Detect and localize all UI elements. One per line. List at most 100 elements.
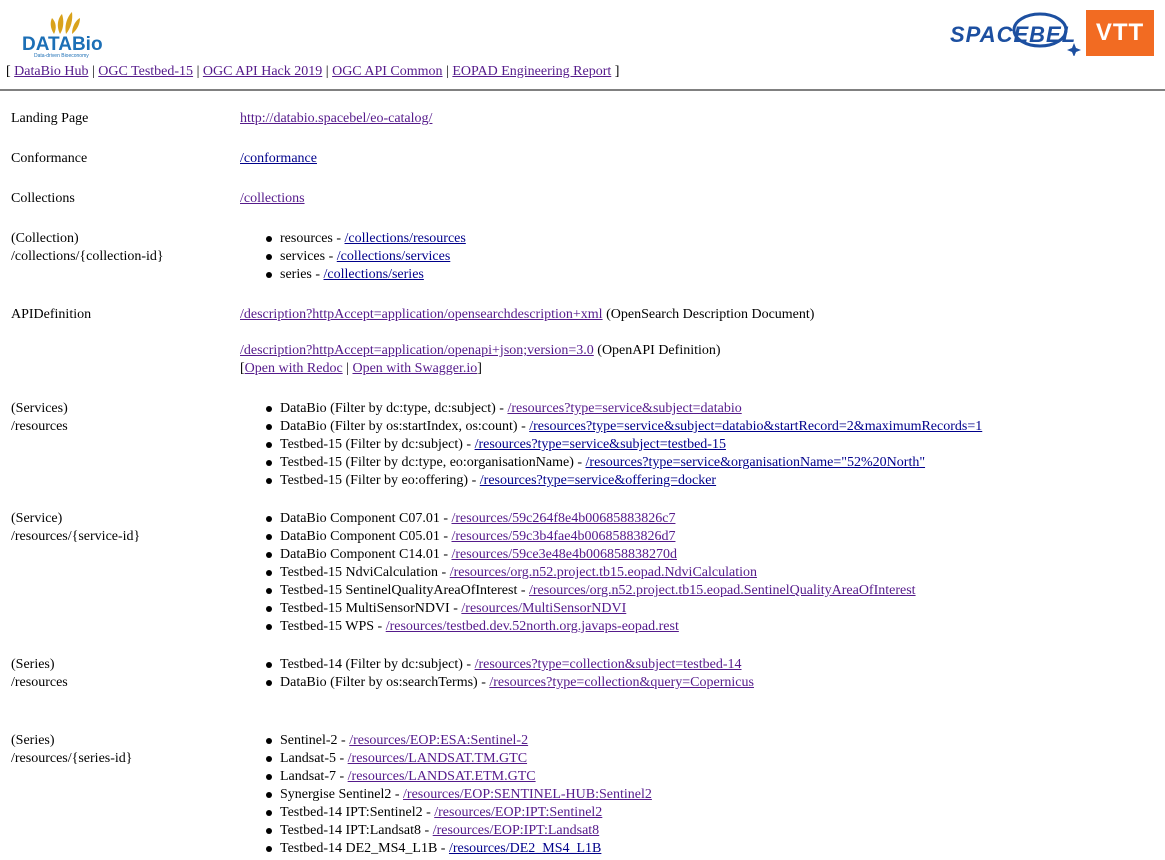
row-label-path: /resources/{service-id} [11, 529, 141, 544]
list-item-text: Synergise Sentinel2 - [280, 787, 404, 802]
nav-link-ogc-testbed-15[interactable]: OGC Testbed-15 [98, 64, 193, 79]
list-item-text: Testbed-14 (Filter by dc:subject) - [280, 657, 475, 672]
list-item-text: Testbed-14 DE2_MS4_L1B - [280, 841, 449, 856]
collection-list: resources - /collections/resources servi… [266, 230, 466, 284]
list-item-text: Testbed-14 IPT:Sentinel2 - [280, 805, 435, 820]
list-item-link[interactable]: /collections/series [324, 267, 424, 282]
row-label: APIDefinition [11, 307, 92, 322]
collections-link[interactable]: /collections [240, 191, 305, 206]
list-item-link[interactable]: /resources/EOP:IPT:Landsat8 [433, 823, 600, 838]
list-item-text: DataBio Component C14.01 - [280, 547, 452, 562]
row-label: (Series) /resources [11, 656, 68, 692]
list-item-link[interactable]: /resources?type=service&offering=docker [480, 473, 716, 488]
list-item-link[interactable]: /resources/LANDSAT.ETM.GTC [348, 769, 536, 784]
series-list: Testbed-14 (Filter by dc:subject) - /res… [266, 656, 754, 692]
services-list: DataBio (Filter by dc:type, dc:subject) … [265, 400, 982, 490]
row-label: (Series) /resources/{series-id} [11, 732, 133, 768]
row-label: (Collection) /collections/{collection-id… [11, 230, 164, 266]
list-item-link[interactable]: /resources/MultiSensorNDVI [461, 601, 626, 616]
list-item-text: DataBio (Filter by os:startIndex, os:cou… [280, 419, 530, 434]
svg-text:Data-driven Bioeconomy: Data-driven Bioeconomy [34, 53, 89, 58]
list-item: DataBio Component C05.01 - /resources/59… [266, 528, 916, 546]
list-item-link[interactable]: /resources?type=collection&subject=testb… [475, 657, 742, 672]
list-item: Landsat-5 - /resources/LANDSAT.TM.GTC [266, 750, 652, 768]
list-item-link[interactable]: /resources?type=collection&query=Coperni… [489, 675, 754, 690]
list-item-text: Testbed-15 (Filter by eo:offering) - [280, 473, 480, 488]
list-item-text: services - [280, 249, 337, 264]
vtt-logo: VTT [1086, 10, 1154, 56]
nav-link-ogc-api-common[interactable]: OGC API Common [332, 64, 442, 79]
row-label-path: /collections/{collection-id} [11, 249, 164, 264]
list-item: Testbed-15 (Filter by eo:offering) - /re… [265, 472, 982, 490]
svg-text:DATABio: DATABio [22, 34, 103, 55]
list-item-link[interactable]: /resources/LANDSAT.TM.GTC [348, 751, 527, 766]
row-label-path: /resources/{series-id} [11, 751, 133, 766]
list-item: Testbed-14 (Filter by dc:subject) - /res… [266, 656, 754, 674]
list-item-text: DataBio Component C07.01 - [280, 511, 452, 526]
row-label: Landing Page [11, 111, 89, 126]
list-item-link[interactable]: /resources/org.n52.project.tb15.eopad.Se… [529, 583, 916, 598]
nav-link-databio-hub[interactable]: DataBio Hub [14, 64, 88, 79]
list-item-link[interactable]: /collections/services [337, 249, 451, 264]
list-item: Testbed-15 NdviCalculation - /resources/… [266, 564, 916, 582]
list-item-link[interactable]: /resources/EOP:IPT:Sentinel2 [434, 805, 602, 820]
list-item-text: Testbed-14 IPT:Landsat8 - [280, 823, 433, 838]
list-item-text: Landsat-7 - [280, 769, 348, 784]
list-item-link[interactable]: /resources?type=service&subject=databio&… [529, 419, 982, 434]
landing-page-link[interactable]: http://databio.spacebel/eo-catalog/ [240, 111, 432, 126]
list-item: Testbed-15 (Filter by dc:subject) - /res… [265, 436, 982, 454]
list-item-link[interactable]: /resources/59ce3e48e4b006858838270d [452, 547, 678, 562]
list-item-text: DataBio Component C05.01 - [280, 529, 452, 544]
list-item-link[interactable]: /resources?type=service&subject=databio [507, 401, 741, 416]
openapi-definition-caption: (OpenAPI Definition) [593, 343, 721, 358]
spacebel-logo: SPACEBEL [948, 10, 1084, 57]
list-item-text: Testbed-15 SentinelQualityAreaOfInterest… [280, 583, 529, 598]
list-item-link[interactable]: /resources/EOP:ESA:Sentinel-2 [349, 733, 528, 748]
list-item-link[interactable]: /resources?type=service&organisationName… [586, 455, 926, 470]
list-item-link[interactable]: /resources?type=service&subject=testbed-… [475, 437, 726, 452]
list-item-link[interactable]: /resources/org.n52.project.tb15.eopad.Nd… [450, 565, 757, 580]
open-with-swagger-link[interactable]: Open with Swagger.io [352, 361, 477, 376]
row-label: Conformance [11, 151, 88, 166]
list-item: Landsat-7 - /resources/LANDSAT.ETM.GTC [266, 768, 652, 786]
api-definition-values: /description?httpAccept=application/open… [240, 307, 815, 376]
list-item-link[interactable]: /collections/resources [345, 231, 466, 246]
row-label: Collections [11, 191, 75, 206]
list-item: resources - /collections/resources [266, 230, 466, 248]
list-item-link[interactable]: /resources/59c3b4fae4b00685883826d7 [452, 529, 676, 544]
conformance-link[interactable]: /conformance [240, 151, 317, 166]
list-item: DataBio Component C14.01 - /resources/59… [266, 546, 916, 564]
list-item: Testbed-14 IPT:Landsat8 - /resources/EOP… [266, 822, 652, 840]
list-item: Synergise Sentinel2 - /resources/EOP:SEN… [266, 786, 652, 804]
list-item-link[interactable]: /resources/59c264f8e4b00685883826c7 [452, 511, 676, 526]
opensearch-description-link[interactable]: /description?httpAccept=application/open… [240, 307, 603, 322]
row-label-line: (Series) [11, 657, 55, 672]
row-label-path: /resources [11, 675, 68, 690]
list-item: DataBio (Filter by os:searchTerms) - /re… [266, 674, 754, 692]
openapi-definition-link[interactable]: /description?httpAccept=application/open… [240, 343, 594, 358]
row-label-line: (Service) [11, 511, 63, 526]
service-list: DataBio Component C07.01 - /resources/59… [266, 510, 916, 636]
list-item: series - /collections/series [266, 266, 466, 284]
list-item: DataBio (Filter by dc:type, dc:subject) … [265, 400, 982, 418]
open-with-redoc-link[interactable]: Open with Redoc [245, 361, 343, 376]
list-item: Testbed-15 (Filter by dc:type, eo:organi… [265, 454, 982, 472]
opensearch-description-caption: (OpenSearch Description Document) [602, 307, 815, 322]
row-label-line: (Series) [11, 733, 55, 748]
nav-link-ogc-api-hack-2019[interactable]: OGC API Hack 2019 [203, 64, 322, 79]
row-label: (Service) /resources/{service-id} [11, 510, 140, 546]
list-item-text: Testbed-15 WPS - [280, 619, 386, 634]
list-item: services - /collections/services [266, 248, 466, 266]
list-item-link[interactable]: /resources/testbed.dev.52north.org.javap… [386, 619, 679, 634]
list-item-link[interactable]: /resources/DE2_MS4_L1B [449, 841, 601, 856]
list-item-text: series - [280, 267, 324, 282]
list-item: Testbed-15 SentinelQualityAreaOfInterest… [266, 582, 916, 600]
nav-link-eopad-engineering-report[interactable]: EOPAD Engineering Report [452, 64, 611, 79]
series-id-list: Sentinel-2 - /resources/EOP:ESA:Sentinel… [266, 732, 652, 858]
list-item-text: DataBio (Filter by os:searchTerms) - [280, 675, 490, 690]
vtt-logo-text: VTT [1095, 19, 1145, 46]
row-label-path: /resources [11, 419, 68, 434]
list-item-link[interactable]: /resources/EOP:SENTINEL-HUB:Sentinel2 [403, 787, 652, 802]
databio-logo: DATABio Data-driven Bioeconomy [20, 10, 112, 59]
list-item-text: Testbed-15 (Filter by dc:type, eo:organi… [280, 455, 586, 470]
